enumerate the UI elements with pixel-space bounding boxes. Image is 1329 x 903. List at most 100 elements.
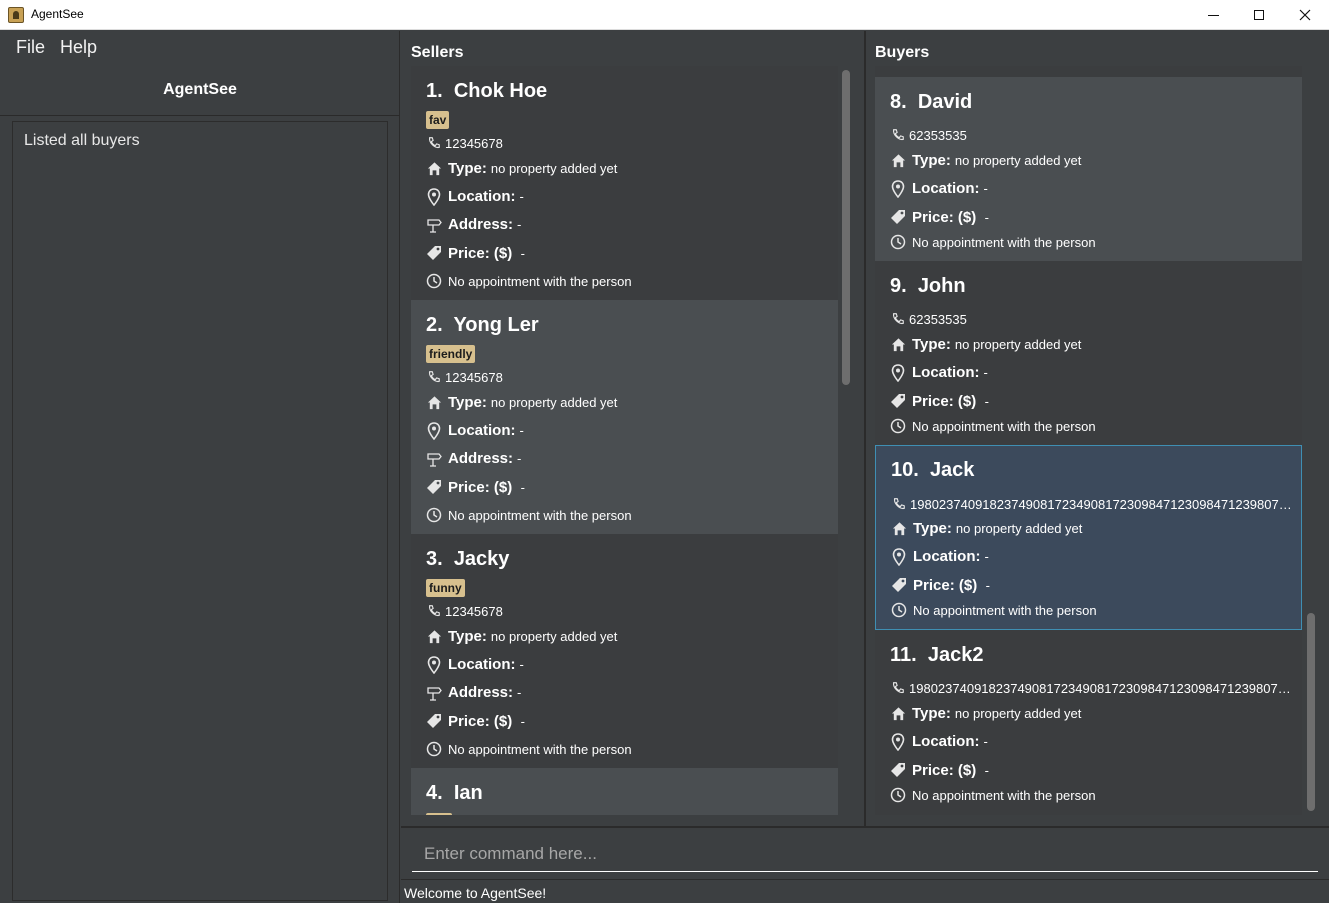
price-tag-icon [426, 479, 442, 495]
location-row: Location: - [426, 421, 524, 440]
phone-icon [891, 496, 907, 512]
phone-row: 62353535 [890, 127, 967, 143]
seller-name: 3. Jacky [426, 548, 510, 570]
buyer-name: 8. David [890, 91, 973, 113]
appointment-row: No appointment with the person [890, 418, 1096, 434]
divider [0, 115, 400, 116]
home-icon [426, 395, 442, 411]
home-icon [891, 521, 907, 537]
home-icon [426, 629, 442, 645]
seller-tag [426, 813, 452, 815]
location-row: Location: - [426, 187, 524, 206]
price-tag-icon [890, 209, 906, 225]
type-row: Type: no property added yet [426, 628, 617, 645]
sellers-list[interactable]: 1. Chok Hoe fav 12345678 Type: no propert… [411, 66, 838, 815]
buyers-title: Buyers [875, 44, 930, 61]
home-icon [890, 706, 906, 722]
phone-row: 12345678 [426, 603, 503, 619]
command-input[interactable] [412, 836, 1318, 872]
buyer-name: 10. Jack [891, 459, 975, 481]
buyer-name: 11. Jack2 [890, 644, 984, 666]
phone-row: 12345678 [426, 369, 503, 385]
seller-card[interactable]: 4. Ian [411, 768, 838, 815]
close-button[interactable] [1282, 0, 1328, 30]
seller-tag: fav [426, 111, 450, 129]
home-icon [890, 337, 906, 353]
location-pin-icon [891, 547, 907, 566]
status-bar: Welcome to AgentSee! [401, 879, 1329, 903]
sellers-title: Sellers [411, 44, 464, 61]
maximize-icon [1254, 10, 1264, 20]
clock-icon [891, 602, 907, 618]
seller-card[interactable]: 1. Chok Hoe fav 12345678 Type: no propert… [411, 66, 838, 300]
location-row: Location: - [891, 547, 989, 566]
location-pin-icon [890, 363, 906, 382]
address-row: Address: - [426, 684, 521, 701]
appointment-row: No appointment with the person [426, 741, 632, 757]
left-pane: File Help AgentSee Listed all buyers [0, 31, 400, 903]
buyers-list[interactable]: 8. David 62353535 Type: no property added… [875, 77, 1302, 815]
window-title: AgentSee [31, 7, 84, 21]
clock-icon [890, 787, 906, 803]
price-tag-icon [426, 713, 442, 729]
address-row: Address: - [426, 216, 521, 233]
type-row: Type: no property added yet [890, 152, 1081, 169]
app-icon [8, 7, 24, 23]
price-row: Price: ($) - [891, 576, 990, 594]
window-titlebar: AgentSee [0, 0, 1329, 30]
buyer-card[interactable]: 11. Jack2 198023740918237490817234908172… [875, 630, 1302, 815]
result-text: Listed all buyers [24, 132, 140, 149]
buyer-name: 9. John [890, 275, 966, 297]
sellers-scrollbar[interactable] [842, 70, 850, 385]
phone-icon [890, 311, 906, 327]
menu-file[interactable]: File [16, 37, 45, 58]
app-heading: AgentSee [163, 81, 237, 98]
location-row: Location: - [426, 655, 524, 674]
home-icon [890, 153, 906, 169]
price-row: Price: ($) - [890, 761, 989, 779]
appointment-row: No appointment with the person [426, 507, 632, 523]
location-pin-icon [426, 421, 442, 440]
buyer-card[interactable]: 8. David 62353535 Type: no property added… [875, 77, 1302, 261]
buyers-scrollbar[interactable] [1307, 613, 1315, 811]
command-box [401, 826, 1329, 878]
menu-help[interactable]: Help [60, 37, 97, 58]
price-row: Price: ($) - [426, 244, 525, 262]
buyer-card[interactable]: 9. John 62353535 Type: no property added … [875, 261, 1302, 445]
appointment-row: No appointment with the person [890, 234, 1096, 250]
location-pin-icon [890, 732, 906, 751]
signpost-icon [426, 451, 442, 467]
phone-row: 1980237409182374908172349081723098471230… [891, 496, 1295, 512]
seller-card[interactable]: 3. Jacky funny 12345678 Type: no property… [411, 534, 838, 768]
phone-row: 62353535 [890, 311, 967, 327]
appointment-row: No appointment with the person [890, 787, 1096, 803]
clock-icon [426, 741, 442, 757]
location-pin-icon [890, 179, 906, 198]
minimize-button[interactable] [1190, 0, 1236, 30]
panel-separator[interactable] [864, 31, 866, 826]
type-row: Type: no property added yet [426, 394, 617, 411]
seller-card[interactable]: 2. Yong Ler friendly 12345678 Type: no pr… [411, 300, 838, 534]
clock-icon [426, 273, 442, 289]
location-row: Location: - [890, 179, 988, 198]
maximize-button[interactable] [1236, 0, 1282, 30]
phone-row: 12345678 [426, 135, 503, 151]
price-tag-icon [426, 245, 442, 261]
menu-bar: File Help [0, 31, 400, 65]
clock-icon [426, 507, 442, 523]
buyer-card-selected[interactable]: 10. Jack 1980237409182374908172349081723… [875, 445, 1302, 630]
seller-tag: funny [426, 579, 465, 597]
home-icon [426, 161, 442, 177]
appointment-row: No appointment with the person [891, 602, 1097, 618]
address-row: Address: - [426, 450, 521, 467]
signpost-icon [426, 217, 442, 233]
phone-icon [426, 603, 442, 619]
location-pin-icon [426, 187, 442, 206]
type-row: Type: no property added yet [891, 520, 1082, 537]
price-row: Price: ($) - [426, 478, 525, 496]
price-row: Price: ($) - [426, 712, 525, 730]
type-row: Type: no property added yet [890, 705, 1081, 722]
result-display[interactable]: Listed all buyers [12, 121, 388, 901]
price-tag-icon [890, 762, 906, 778]
status-text: Welcome to AgentSee! [404, 885, 547, 901]
